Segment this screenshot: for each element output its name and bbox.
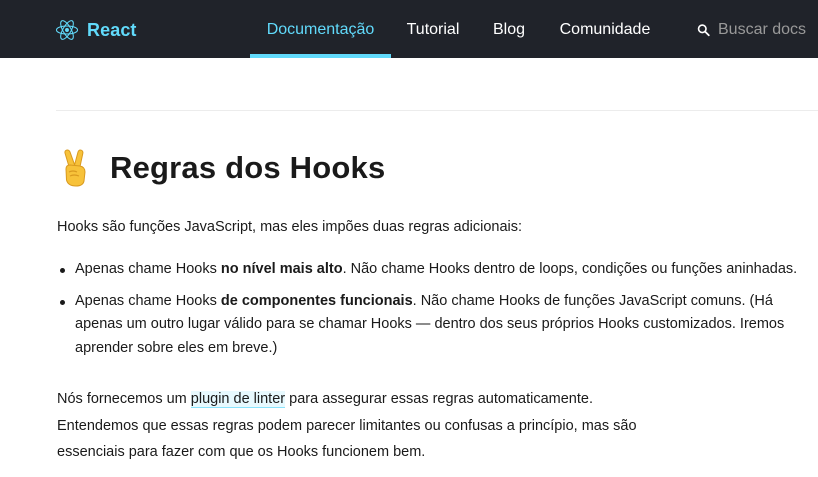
- nav-link-comunidade[interactable]: Comunidade: [552, 0, 658, 58]
- list-item: Apenas chame Hooks de componentes funcio…: [57, 290, 807, 361]
- top-navigation-bar: React Documentação Tutorial Blog Comunid…: [0, 0, 818, 58]
- search-input[interactable]: [718, 21, 818, 39]
- victory-hand-icon: [64, 149, 86, 187]
- active-nav-indicator: [250, 54, 391, 58]
- search-box[interactable]: [697, 19, 818, 41]
- closing-paragraph: Nós fornecemos um plugin de linter para …: [57, 386, 757, 466]
- page-title: Regras dos Hooks: [110, 150, 386, 185]
- intro-paragraph: Hooks são funções JavaScript, mas eles i…: [57, 219, 523, 235]
- brand-link[interactable]: React: [56, 17, 137, 43]
- closing-text: Entendemos que essas regras podem parece…: [57, 417, 637, 434]
- nav-link-tutorial[interactable]: Tutorial: [399, 0, 467, 58]
- rule-text: Apenas chame Hooks: [75, 292, 221, 309]
- content-divider: [56, 110, 818, 111]
- list-item: Apenas chame Hooks no nível mais alto. N…: [57, 258, 807, 282]
- rule-emphasis: no nível mais alto: [220, 261, 343, 277]
- rule-emphasis: de componentes funcionais: [220, 292, 413, 309]
- hook-rules-list: Apenas chame Hooks no nível mais alto. N…: [57, 258, 807, 360]
- linter-plugin-link[interactable]: plugin de linter: [190, 391, 286, 408]
- rule-text: . Não chame Hooks dentro de loops, condi…: [342, 261, 798, 277]
- page-title-row: Regras dos Hooks: [56, 148, 385, 188]
- brand-name: React: [87, 19, 137, 40]
- nav-link-documentacao[interactable]: Documentação: [250, 0, 391, 58]
- nav-link-blog[interactable]: Blog: [485, 0, 533, 58]
- rule-text: Apenas chame Hooks: [75, 261, 221, 277]
- search-icon: [697, 24, 710, 37]
- react-atom-icon: [56, 20, 78, 40]
- closing-text: essenciais para fazer com que os Hooks f…: [57, 444, 426, 460]
- closing-text: Nós fornecemos um: [57, 391, 191, 407]
- closing-text: para assegurar essas regras automaticame…: [285, 391, 593, 407]
